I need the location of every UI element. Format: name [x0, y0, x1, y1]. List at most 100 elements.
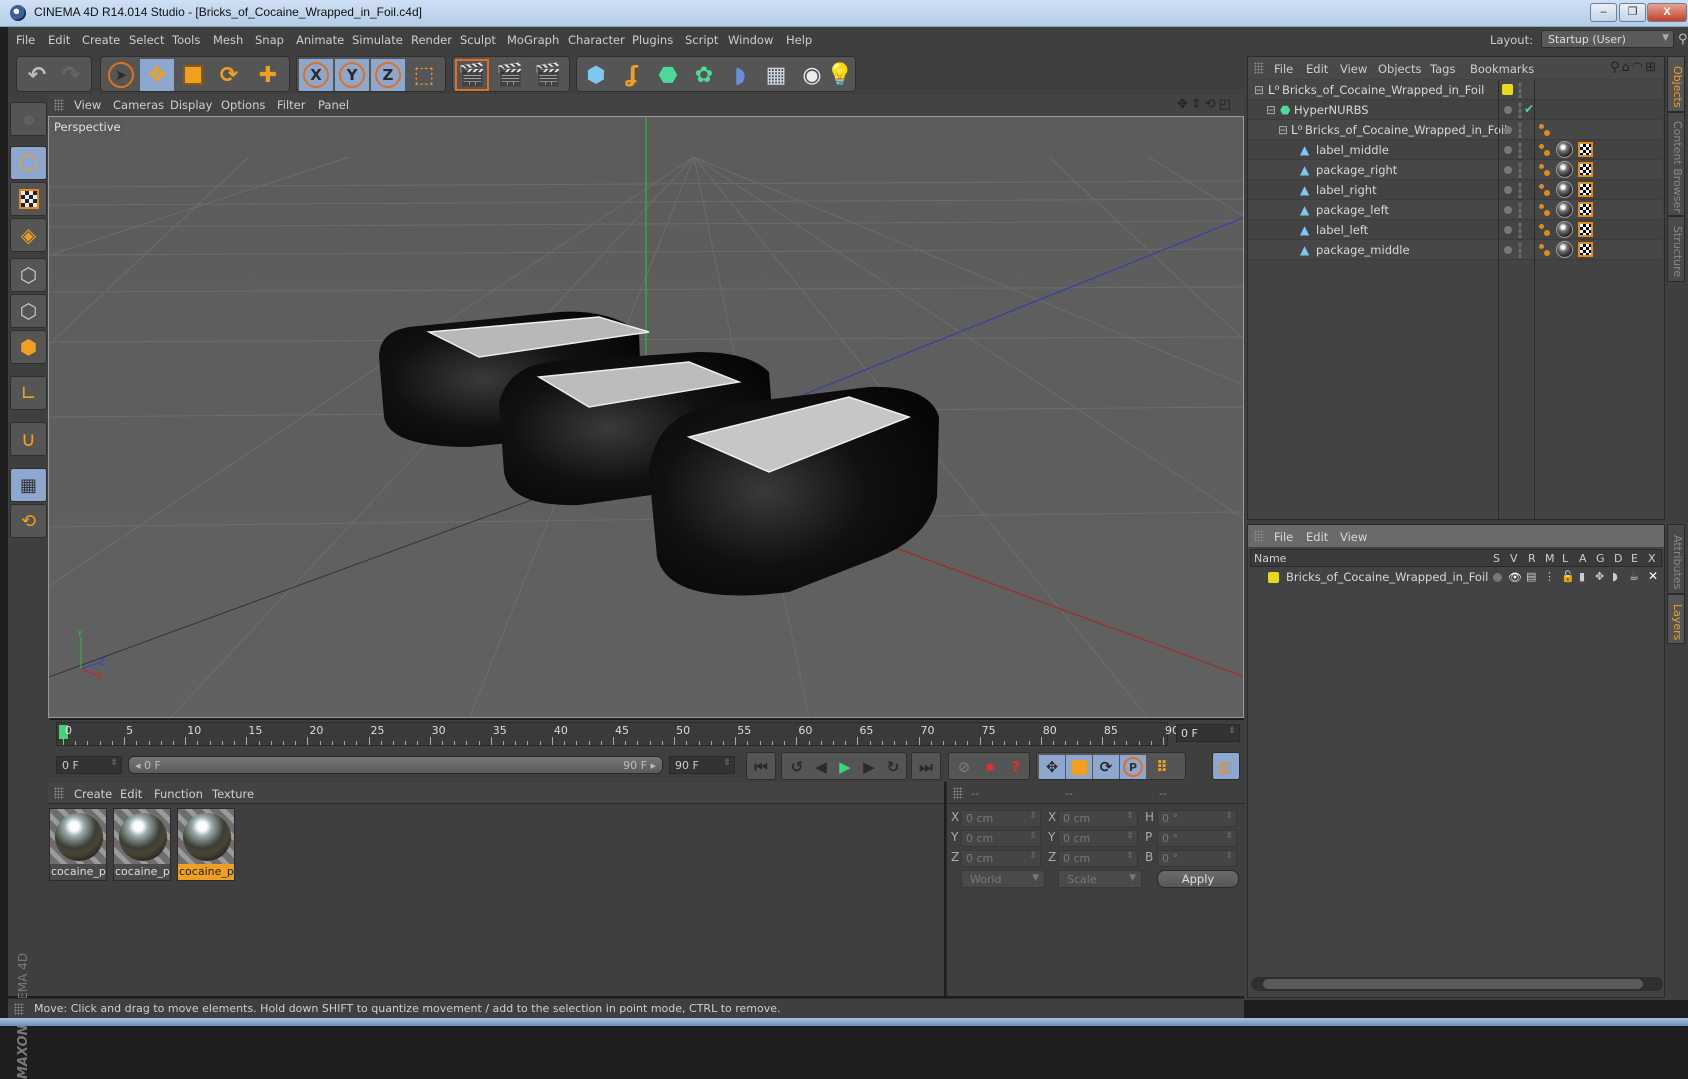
- visibility-dots[interactable]: [1518, 102, 1522, 118]
- layer-dot[interactable]: [1504, 206, 1512, 214]
- deformer-button[interactable]: ◗: [723, 59, 757, 91]
- layer-color-swatch[interactable]: [1268, 572, 1279, 583]
- locked-workplane-button[interactable]: ▦: [10, 468, 47, 502]
- material-menu-texture[interactable]: Texture: [212, 787, 254, 801]
- menu-create[interactable]: Create: [82, 33, 120, 47]
- phong-tag-icon[interactable]: [1538, 142, 1552, 158]
- menu-tools[interactable]: Tools: [172, 33, 200, 47]
- spline-button[interactable]: ʆ: [615, 59, 649, 91]
- phong-tag-icon[interactable]: [1538, 202, 1552, 218]
- layer-dot[interactable]: [1504, 126, 1512, 134]
- xref-x-icon[interactable]: ✕: [1648, 569, 1658, 583]
- layout-dropdown[interactable]: Startup (User) ▼: [1541, 30, 1674, 48]
- view-eye-icon[interactable]: 👁: [1508, 571, 1522, 584]
- edges-mode-button[interactable]: ⬡: [10, 294, 47, 328]
- layer-dot[interactable]: [1504, 186, 1512, 194]
- uvw-tag-icon[interactable]: [1578, 202, 1593, 217]
- layer-color-swatch[interactable]: [1502, 84, 1513, 95]
- planar-workplane-button[interactable]: ⟲: [10, 504, 47, 538]
- position-z-field[interactable]: 0 cm ⇳: [961, 850, 1041, 867]
- material-tag-icon[interactable]: [1556, 161, 1573, 178]
- menu-file[interactable]: File: [16, 33, 35, 47]
- material-menu-create[interactable]: Create: [74, 787, 112, 801]
- layer-dot[interactable]: [1504, 146, 1512, 154]
- menu-script[interactable]: Script: [685, 33, 718, 47]
- light-button[interactable]: 💡: [823, 59, 857, 91]
- rotation-h-field[interactable]: 0 ° ⇳: [1157, 810, 1237, 827]
- render-view-button[interactable]: 🎬: [455, 59, 489, 91]
- visibility-dots[interactable]: [1518, 142, 1522, 158]
- orbit-icon[interactable]: ⟲: [1205, 97, 1219, 112]
- tree-row[interactable]: ⊟ ⬣ HyperNURBS ✔: [1248, 100, 1662, 120]
- nurbs-button[interactable]: ⬣: [651, 59, 685, 91]
- menu-sculpt[interactable]: Sculpt: [460, 33, 496, 47]
- autokey-button[interactable]: ⏺: [977, 755, 1003, 779]
- tree-row[interactable]: ▲ package_middle: [1248, 240, 1662, 260]
- prev-key-button[interactable]: ↺: [784, 755, 810, 779]
- column-view[interactable]: V: [1510, 552, 1518, 565]
- column-xref[interactable]: X: [1648, 552, 1656, 565]
- material-tag-icon[interactable]: [1556, 141, 1573, 158]
- rotation-b-field[interactable]: 0 ° ⇳: [1157, 850, 1237, 867]
- layers-menu-file[interactable]: File: [1274, 530, 1293, 544]
- viewport-menu-options[interactable]: Options: [221, 98, 265, 112]
- material-tag-icon[interactable]: [1556, 181, 1573, 198]
- next-frame-button[interactable]: ▶: [856, 755, 882, 779]
- objects-menu-file[interactable]: File: [1274, 62, 1293, 76]
- parameter-key-button[interactable]: P: [1120, 755, 1146, 779]
- scrollbar-thumb[interactable]: [1263, 979, 1643, 989]
- y-axis-lock-button[interactable]: Y: [335, 59, 369, 91]
- dolly-icon[interactable]: ⇕: [1191, 97, 1205, 112]
- generator-icon[interactable]: ✥: [1595, 570, 1604, 583]
- position-key-button[interactable]: ✥: [1039, 755, 1065, 779]
- polygons-mode-button[interactable]: ⬢: [10, 330, 47, 364]
- uvw-tag-icon[interactable]: [1578, 222, 1593, 237]
- tree-row[interactable]: ▲ label_left: [1248, 220, 1662, 240]
- panel-grip-icon[interactable]: [54, 99, 64, 111]
- timeline-ruler[interactable]: 0 5 10 15 20 25 30 35 40 45 50 55 60 65 70 75 80 85 90: [56, 722, 1179, 746]
- layer-dot[interactable]: [1504, 226, 1512, 234]
- material-swatch[interactable]: cocaine_pa: [113, 808, 171, 881]
- home-icon[interactable]: ⌂: [1621, 60, 1631, 75]
- viewport-menu-panel[interactable]: Panel: [318, 98, 349, 112]
- viewport-menu-cameras[interactable]: Cameras: [113, 98, 164, 112]
- tree-row[interactable]: ▲ package_right: [1248, 160, 1662, 180]
- uvw-tag-icon[interactable]: [1578, 182, 1593, 197]
- material-swatch[interactable]: cocaine_pa: [49, 808, 107, 881]
- column-generators[interactable]: G: [1596, 552, 1605, 565]
- visibility-dots[interactable]: [1518, 242, 1522, 258]
- axis-mode-button[interactable]: ∟: [10, 376, 47, 410]
- layer-dot[interactable]: [1504, 166, 1512, 174]
- menu-snap[interactable]: Snap: [255, 33, 284, 47]
- goto-start-button[interactable]: ⏮: [748, 755, 774, 779]
- uvw-tag-icon[interactable]: [1578, 142, 1593, 157]
- point-level-button[interactable]: ⠿: [1149, 755, 1175, 779]
- model-mode-button[interactable]: ⬡: [10, 146, 47, 180]
- render-picture-viewer-button[interactable]: 🎬: [493, 59, 527, 91]
- material-tag-icon[interactable]: [1556, 201, 1573, 218]
- menu-render[interactable]: Render: [411, 33, 452, 47]
- material-menu-edit[interactable]: Edit: [120, 787, 142, 801]
- tab-layers[interactable]: Layers: [1667, 594, 1685, 644]
- panel-grip-icon[interactable]: [1254, 530, 1264, 542]
- workplane-mode-button[interactable]: ◈: [10, 218, 47, 252]
- material-tag-icon[interactable]: [1556, 241, 1573, 258]
- phong-tag-icon[interactable]: [1538, 122, 1552, 138]
- make-editable-button[interactable]: ◎: [10, 102, 47, 136]
- new-window-icon[interactable]: ⊞: [1645, 60, 1658, 75]
- cube-object-button[interactable]: ⬢: [579, 59, 613, 91]
- tab-objects[interactable]: Objects: [1667, 56, 1685, 112]
- column-deformers[interactable]: D: [1614, 552, 1622, 565]
- objects-menu-bookmarks[interactable]: Bookmarks: [1470, 62, 1534, 76]
- column-manager[interactable]: M: [1545, 552, 1555, 565]
- layer-dot[interactable]: [1504, 106, 1512, 114]
- size-z-field[interactable]: 0 cm ⇳: [1058, 850, 1138, 867]
- scale-tool-button[interactable]: [176, 59, 210, 91]
- solo-toggle[interactable]: [1493, 573, 1502, 582]
- phong-tag-icon[interactable]: [1538, 162, 1552, 178]
- menu-plugins[interactable]: Plugins: [632, 33, 673, 47]
- objects-menu-edit[interactable]: Edit: [1306, 62, 1328, 76]
- rotation-key-button[interactable]: ⟳: [1093, 755, 1119, 779]
- play-button[interactable]: ▶: [832, 755, 858, 779]
- recent-tool-button[interactable]: ✚: [251, 59, 285, 91]
